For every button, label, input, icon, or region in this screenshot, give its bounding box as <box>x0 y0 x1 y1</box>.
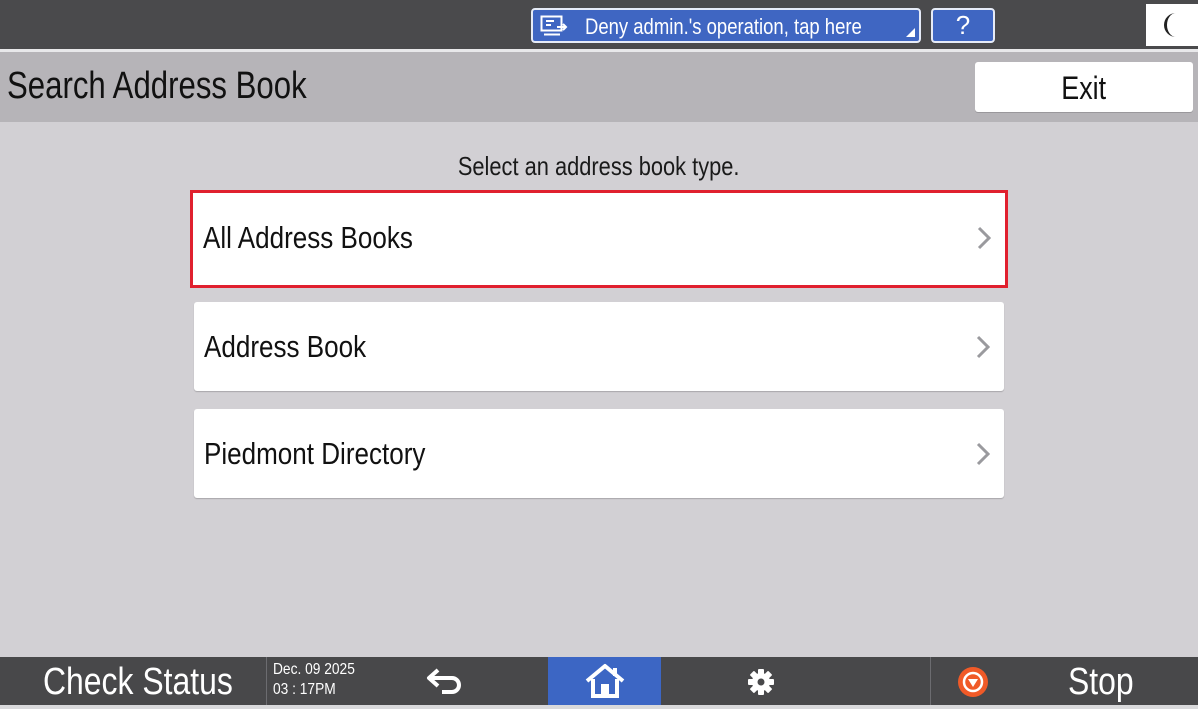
exit-button-label: Exit <box>1061 70 1107 106</box>
bottom-separator <box>266 657 267 705</box>
help-button[interactable]: ? <box>931 8 995 43</box>
time-label: 03 : 17PM <box>273 681 336 698</box>
title-bar: Search Address Book Exit <box>0 52 1198 122</box>
page-title: Search Address Book <box>7 65 307 107</box>
remote-operation-banner[interactable]: Deny admin.'s operation, tap here <box>531 8 921 43</box>
option-address-book[interactable]: Address Book <box>194 302 1004 391</box>
option-all-address-books[interactable]: All Address Books <box>190 190 1008 288</box>
moon-icon <box>1164 13 1176 37</box>
back-button[interactable] <box>400 657 490 705</box>
chevron-right-icon <box>977 226 991 250</box>
energy-saver-button[interactable] <box>1146 4 1198 46</box>
check-status-button[interactable]: Check Status <box>43 661 233 703</box>
bottom-navigation-bar: Check Status Dec. 09 2025 03 : 17PM Stop <box>0 657 1198 705</box>
banner-corner-indicator-icon <box>906 28 915 37</box>
chevron-right-icon <box>976 335 990 359</box>
date-label: Dec. 09 2025 <box>273 661 355 678</box>
remote-banner-label: Deny admin.'s operation, tap here <box>585 14 862 39</box>
home-icon <box>585 664 625 698</box>
bottom-separator <box>930 657 931 705</box>
system-status-bar: Deny admin.'s operation, tap here ? <box>0 0 1198 49</box>
gear-icon <box>748 669 774 695</box>
settings-button[interactable] <box>720 657 800 705</box>
screen-bottom-edge <box>0 705 1198 709</box>
exit-button[interactable]: Exit <box>975 62 1193 112</box>
instruction-label: Select an address book type. <box>458 151 740 181</box>
home-button[interactable] <box>548 657 661 705</box>
stop-icon[interactable] <box>957 666 989 698</box>
back-arrow-icon <box>427 668 461 694</box>
option-piedmont-directory[interactable]: Piedmont Directory <box>194 409 1004 498</box>
option-label: All Address Books <box>203 220 413 255</box>
remote-monitor-icon <box>540 15 568 36</box>
stop-button[interactable]: Stop <box>1068 661 1134 703</box>
instruction-text: Select an address book type. <box>0 150 1198 182</box>
date-time-display: Dec. 09 2025 03 : 17PM <box>273 660 355 700</box>
address-book-type-panel: Select an address book type. All Address… <box>0 122 1198 657</box>
chevron-right-icon <box>976 442 990 466</box>
option-label: Piedmont Directory <box>204 436 426 471</box>
option-label: Address Book <box>204 329 367 364</box>
